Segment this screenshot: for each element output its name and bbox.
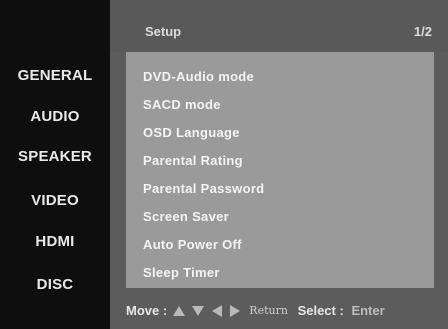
- settings-list: DVD-Audio mode SACD mode OSD Language Pa…: [126, 52, 434, 288]
- enter-label: Enter: [351, 303, 385, 319]
- menu-item-auto-power-off[interactable]: Auto Power Off: [143, 237, 242, 252]
- up-arrow-icon: [172, 305, 185, 316]
- move-label: Move :: [126, 303, 168, 319]
- sidebar-item-audio[interactable]: AUDIO: [0, 108, 110, 125]
- menu-item-screen-saver[interactable]: Screen Saver: [143, 209, 229, 224]
- down-arrow-icon: [192, 305, 205, 316]
- menu-item-dvd-audio-mode[interactable]: DVD-Audio mode: [143, 69, 254, 84]
- sidebar: GENERAL AUDIO SPEAKER VIDEO HDMI DISC: [0, 0, 110, 329]
- sidebar-item-general[interactable]: GENERAL: [0, 67, 110, 84]
- footer-help-bar: Move : Return Select : Enter: [126, 302, 385, 322]
- left-arrow-icon: [212, 304, 223, 317]
- menu-item-sleep-timer[interactable]: Sleep Timer: [143, 265, 220, 280]
- setup-window: Setup 1/2 DVD-Audio mode SACD mode OSD L…: [110, 0, 448, 329]
- right-arrow-icon: [229, 304, 240, 317]
- sidebar-item-disc[interactable]: DISC: [0, 276, 110, 293]
- header-bar: Setup 1/2: [110, 0, 448, 52]
- sidebar-item-speaker[interactable]: SPEAKER: [0, 148, 110, 165]
- menu-item-parental-rating[interactable]: Parental Rating: [143, 153, 243, 168]
- page-title: Setup: [145, 24, 182, 39]
- sidebar-item-video[interactable]: VIDEO: [0, 192, 110, 209]
- return-label: Return: [249, 304, 288, 318]
- menu-item-osd-language[interactable]: OSD Language: [143, 125, 240, 140]
- menu-item-sacd-mode[interactable]: SACD mode: [143, 97, 221, 112]
- page-indicator: 1/2: [413, 24, 432, 39]
- menu-item-parental-password[interactable]: Parental Password: [143, 181, 264, 196]
- select-label: Select :: [297, 303, 344, 319]
- sidebar-item-hdmi[interactable]: HDMI: [0, 233, 110, 250]
